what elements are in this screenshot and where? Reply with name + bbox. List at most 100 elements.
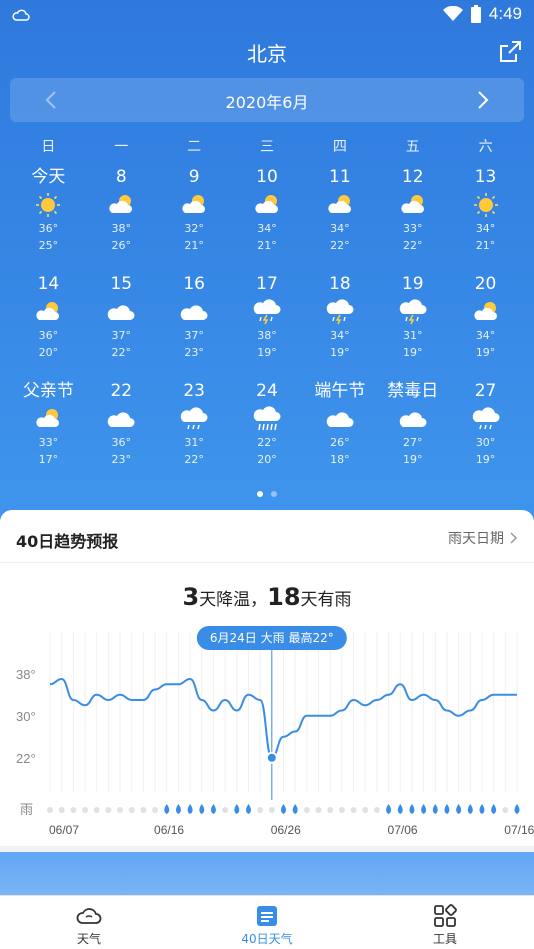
- weekday-label: 四: [332, 139, 347, 155]
- no-rain-dot: [327, 807, 334, 813]
- rain-drop: [175, 804, 181, 814]
- month-selector: 2020年6月: [10, 78, 524, 122]
- low-temp: 19°: [330, 346, 350, 359]
- calendar-day-cell[interactable]: 23 31° 22°: [158, 378, 231, 485]
- low-temp: 25°: [38, 239, 59, 252]
- low-temp: 20°: [257, 453, 277, 466]
- no-rain-dot: [362, 807, 369, 813]
- calendar-day-cell[interactable]: 禁毒日 27° 19°: [376, 378, 449, 485]
- rain-drop: [456, 804, 462, 814]
- rain-days-text: 天有雨: [300, 590, 352, 610]
- city-title: 北京: [247, 42, 287, 66]
- day-label: 父亲节: [22, 381, 74, 401]
- high-temp: 38°: [257, 329, 277, 342]
- no-rain-dot: [47, 807, 53, 813]
- chevron-right-icon: [510, 532, 518, 544]
- no-rain-dot: [152, 807, 159, 813]
- no-rain-dot: [268, 807, 275, 813]
- low-temp: 23°: [111, 453, 132, 466]
- next-month-button[interactable]: [472, 89, 492, 111]
- promo-banner[interactable]: [0, 852, 534, 896]
- tab-tools[interactable]: 工具: [356, 896, 534, 949]
- rain-drop: [467, 804, 473, 814]
- high-temp: 36°: [111, 436, 132, 449]
- day-label: 9: [188, 167, 200, 187]
- partly-cloudy-icon: [109, 195, 133, 213]
- rain-drop: [491, 804, 497, 814]
- day-label: 今天: [31, 167, 66, 187]
- cloud-notification-icon: [12, 9, 30, 21]
- low-temp: 22°: [402, 239, 423, 252]
- day-label: 22: [110, 381, 133, 401]
- trend-chart[interactable]: 38° 30° 22° 6月24日 大雨 最高22° 雨 06/07 06/16 06/26 0…: [0, 622, 534, 837]
- partly-cloudy-icon: [401, 195, 424, 213]
- low-temp: 22°: [330, 239, 350, 252]
- thunder-rain-icon: [326, 299, 354, 325]
- no-rain-dot: [502, 807, 509, 813]
- weekday-label: 二: [187, 139, 202, 155]
- calendar-day-cell[interactable]: 16 37° 23°: [158, 271, 231, 378]
- no-rain-dot: [303, 807, 310, 813]
- day-label: 15: [110, 274, 133, 294]
- share-icon[interactable]: [498, 40, 522, 64]
- no-rain-dot: [128, 807, 135, 813]
- x-tick-label: 06/26: [271, 823, 301, 837]
- day-label: 18: [329, 274, 351, 294]
- tab-weather[interactable]: 天气: [0, 896, 178, 949]
- calendar-day-cell[interactable]: 14 36° 20°: [12, 271, 85, 378]
- calendar-day-cell[interactable]: 27 30° 19°: [449, 378, 522, 485]
- no-rain-dot: [93, 807, 100, 813]
- calendar-day-cell[interactable]: 今天 36° 25°: [12, 164, 85, 271]
- tab-weather-label: 天气: [76, 932, 101, 946]
- weekday-label: 一: [114, 139, 129, 155]
- page-dot: [271, 491, 277, 497]
- rain-days-count: 18: [267, 583, 301, 611]
- no-rain-dot: [315, 807, 322, 813]
- high-temp: 31°: [402, 329, 423, 342]
- high-temp: 34°: [330, 329, 350, 342]
- day-label: 11: [329, 167, 351, 187]
- rain-days-link[interactable]: 雨天日期: [448, 528, 518, 548]
- no-rain-dot: [350, 807, 357, 813]
- low-temp: 19°: [475, 346, 496, 359]
- cloud-icon: [108, 412, 135, 427]
- battery-icon: [470, 5, 481, 23]
- thunder-rain-icon: [399, 299, 427, 325]
- day-label: 16: [183, 274, 205, 294]
- day-label: 17: [256, 274, 278, 294]
- partly-cloudy-icon: [36, 409, 60, 427]
- calendar-day-cell[interactable]: 13 34° 21°: [449, 164, 522, 271]
- cloud-icon: [399, 412, 427, 427]
- calendar-day-cell[interactable]: 22 36° 23°: [85, 378, 158, 485]
- calendar-day-cell[interactable]: 24 22° 20°: [231, 378, 304, 485]
- calendar-day-cell[interactable]: 10 34° 21°: [231, 164, 304, 271]
- no-rain-dot: [70, 807, 77, 813]
- low-temp: 19°: [475, 453, 496, 466]
- cooling-days-text: 天降温，: [199, 590, 268, 610]
- status-time: 4:49: [488, 4, 522, 23]
- calendar-day-cell[interactable]: 18 34° 19°: [303, 271, 376, 378]
- high-temp: 37°: [184, 329, 204, 342]
- high-temp: 38°: [111, 222, 132, 235]
- day-label: 24: [256, 381, 278, 401]
- calendar-day-cell[interactable]: 8 38° 26°: [85, 164, 158, 271]
- calendar-day-cell[interactable]: 19 31° 19°: [376, 271, 449, 378]
- calendar-day-cell[interactable]: 11 34° 22°: [303, 164, 376, 271]
- calendar-day-cell[interactable]: 12 33° 22°: [376, 164, 449, 271]
- high-temp: 22°: [257, 436, 277, 449]
- tab-40-day[interactable]: 40日天气: [178, 896, 356, 949]
- rain-drop: [444, 804, 450, 814]
- no-rain-dot: [222, 807, 229, 813]
- day-label: 19: [401, 274, 424, 294]
- cloud-outline-icon: [76, 908, 102, 924]
- calendar-day-cell[interactable]: 20 34° 19°: [449, 271, 522, 378]
- calendar-day-cell[interactable]: 17 38° 19°: [231, 271, 304, 378]
- cloud-icon: [326, 412, 354, 427]
- calendar-day-cell[interactable]: 端午节 26° 18°: [303, 378, 376, 485]
- calendar-day-cell[interactable]: 父亲节 33° 17°: [12, 378, 85, 485]
- calendar-day-cell[interactable]: 15 37° 22°: [85, 271, 158, 378]
- x-tick-label: 07/16: [504, 823, 534, 837]
- divider: [0, 562, 534, 563]
- calendar-day-cell[interactable]: 9 32° 21°: [158, 164, 231, 271]
- tab-40-day-label: 40日天气: [241, 932, 293, 946]
